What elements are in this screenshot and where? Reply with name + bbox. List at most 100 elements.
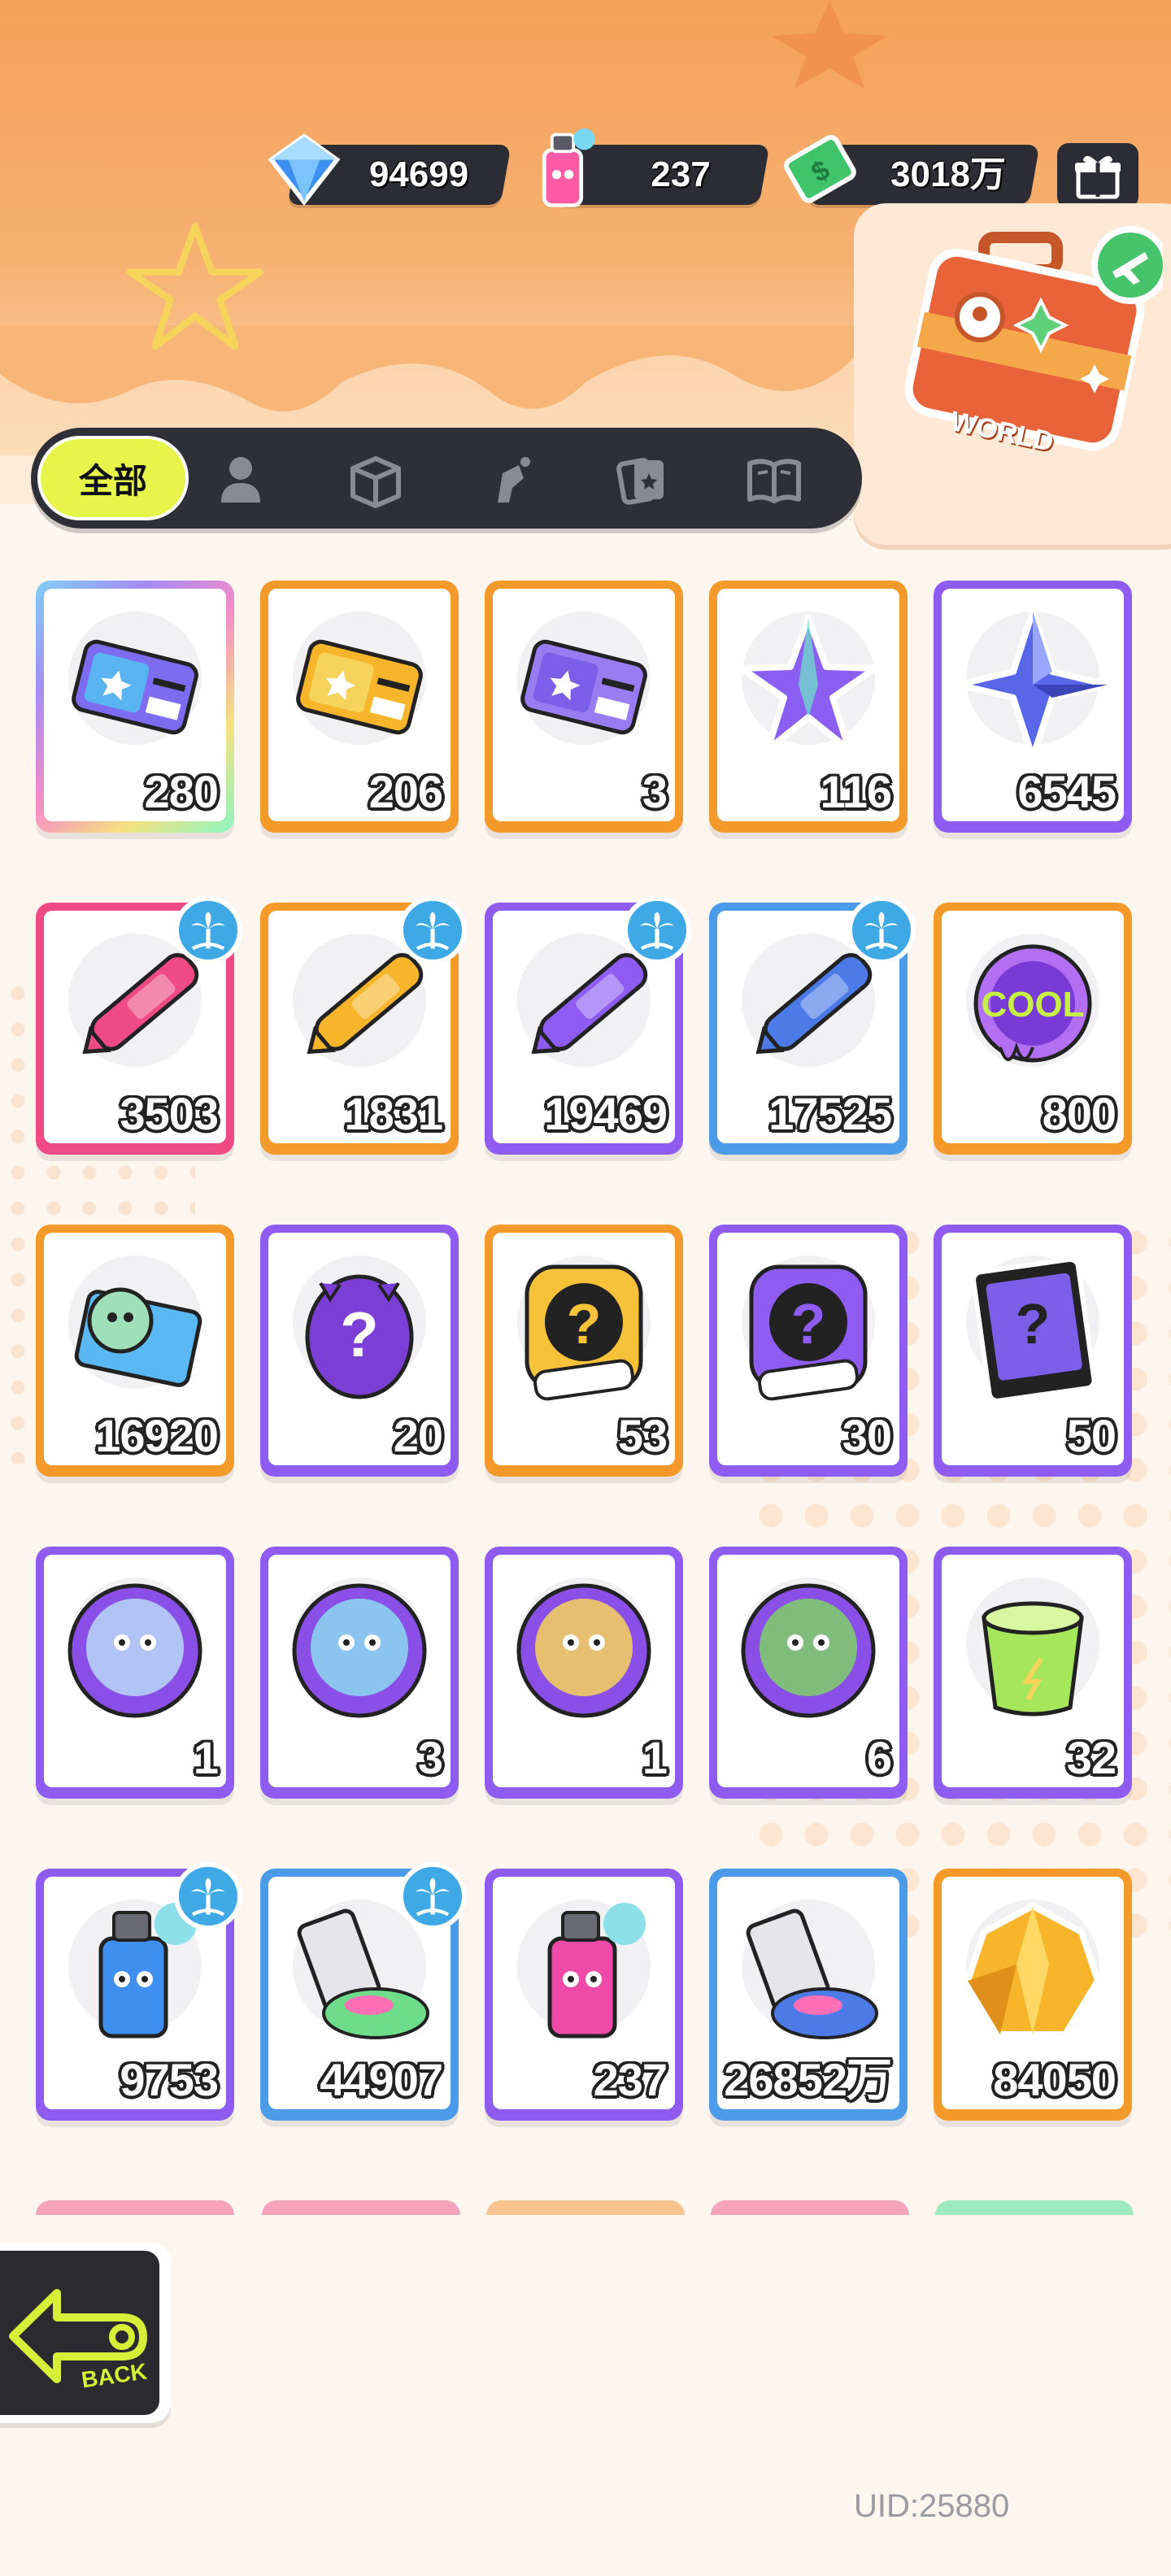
- item-card-face: ? 30: [717, 1233, 899, 1465]
- star-doodle-icon: [126, 223, 264, 350]
- mpets-cat-icon: [67, 1583, 202, 1718]
- item-card-face: 280: [44, 589, 226, 821]
- item-count: 3: [417, 1732, 443, 1783]
- spray-pink-icon: [547, 1903, 646, 2039]
- gift-icon: [1075, 155, 1121, 199]
- item-count: 26852万: [724, 2054, 892, 2105]
- spray-tool-icon[interactable]: [481, 449, 543, 511]
- book-icon[interactable]: [743, 449, 805, 511]
- item-count: 32: [1066, 1732, 1117, 1783]
- item-card[interactable]: 16920: [36, 1225, 234, 1477]
- item-card-face: 116: [717, 589, 899, 821]
- item-count: 800: [1042, 1088, 1117, 1139]
- item-card[interactable]: 1: [36, 1547, 234, 1799]
- item-count: 53: [617, 1410, 668, 1461]
- back-button-face: BACK: [0, 2251, 159, 2415]
- gift-button[interactable]: [1057, 143, 1138, 208]
- item-card-face: 3: [268, 1555, 451, 1787]
- diamond-count: 94699: [368, 154, 469, 194]
- spray-can-icon: [542, 128, 595, 207]
- ticket-violet-icon: [520, 639, 647, 735]
- item-card[interactable]: 1: [485, 1547, 683, 1799]
- item-card[interactable]: 3: [485, 581, 683, 833]
- back-button[interactable]: BACK: [0, 2243, 171, 2423]
- palm-badge-icon: [174, 1862, 242, 1930]
- item-count: 1: [642, 1732, 668, 1783]
- item-card[interactable]: 26852万: [709, 1869, 908, 2121]
- ticket-gold-icon: [296, 639, 423, 735]
- world-travel-button[interactable]: WORLD: [854, 203, 1171, 545]
- svg-text:?: ?: [340, 1299, 379, 1370]
- travel-card-mystery-icon: ?: [971, 1256, 1097, 1403]
- item-card[interactable]: ? 30: [709, 1225, 908, 1477]
- cash-count: 3018万: [890, 154, 1006, 194]
- box-icon[interactable]: [345, 449, 407, 511]
- mpets-fish-icon: [292, 1583, 427, 1718]
- item-card[interactable]: ? 53: [485, 1225, 683, 1477]
- item-count: 6: [866, 1732, 892, 1783]
- item-count: 3: [642, 766, 668, 817]
- paint-tube-rainbow-icon: [746, 1908, 878, 2039]
- palm-badge-icon: [398, 1862, 467, 1930]
- item-count: 1: [193, 1732, 219, 1783]
- item-count: 84050: [993, 2054, 1117, 2105]
- item-card[interactable]: 116: [709, 581, 908, 833]
- item-card[interactable]: ? 50: [934, 1225, 1132, 1477]
- svg-text:?: ?: [791, 1292, 826, 1355]
- item-count: 3503: [120, 1088, 219, 1139]
- item-count: 237: [593, 2054, 668, 2105]
- star-crystal-rainbow-icon: [738, 615, 878, 753]
- item-count: 206: [368, 766, 443, 817]
- item-card[interactable]: 206: [260, 581, 459, 833]
- user-id-label: UID:25880: [854, 2488, 1010, 2524]
- green-drink-icon: [982, 1601, 1084, 1717]
- palm-badge-icon: [847, 896, 916, 964]
- person-icon[interactable]: [210, 449, 272, 511]
- item-card[interactable]: ? 20: [260, 1225, 459, 1477]
- tab-all[interactable]: 全部: [37, 436, 189, 520]
- item-card-face: 1: [44, 1555, 226, 1787]
- item-count: 20: [393, 1410, 443, 1461]
- item-count: 6545: [1017, 766, 1117, 817]
- item-count: 1831: [344, 1088, 443, 1139]
- mystery-egg-icon: ?: [305, 1274, 414, 1399]
- item-count: 19469: [544, 1088, 668, 1139]
- item-count: 116: [820, 766, 892, 817]
- diamond-icon: [268, 133, 341, 207]
- deity-mystery-gold-icon: ?: [525, 1264, 643, 1401]
- star-crystal-blue-icon: [955, 608, 1111, 761]
- palm-badge-icon: [623, 896, 691, 964]
- item-count: 30: [842, 1410, 892, 1461]
- item-card[interactable]: 3: [260, 1547, 459, 1799]
- cool-badge-icon: COOL: [973, 944, 1092, 1063]
- item-card[interactable]: 237: [485, 1869, 683, 2121]
- item-card-face: 237: [493, 1877, 675, 2109]
- svg-text:COOL: COOL: [981, 985, 1084, 1025]
- ticket-purple-icon: [72, 639, 198, 735]
- mpets-jelly-icon: [516, 1583, 651, 1718]
- item-card-face: 32: [942, 1555, 1124, 1787]
- item-card-face: 206: [268, 589, 451, 821]
- item-card[interactable]: 6545: [934, 581, 1132, 833]
- item-card-face: 84050: [942, 1877, 1124, 2109]
- svg-text:?: ?: [1016, 1292, 1051, 1355]
- spray-count: 237: [651, 154, 711, 194]
- star-decoration-icon: [771, 1, 888, 89]
- cards-icon[interactable]: [612, 449, 673, 511]
- svg-text:?: ?: [567, 1292, 602, 1355]
- item-card[interactable]: 84050: [934, 1869, 1132, 2121]
- item-card-face: 6: [717, 1555, 899, 1787]
- item-card[interactable]: 6: [709, 1547, 908, 1799]
- item-count: 9753: [120, 2054, 219, 2105]
- item-card[interactable]: 32: [934, 1547, 1132, 1799]
- item-card-face: 3: [493, 589, 675, 821]
- mpets-sprout-icon: [741, 1583, 876, 1718]
- item-card[interactable]: 280: [36, 581, 234, 833]
- item-count: 17525: [768, 1088, 892, 1139]
- item-count: 280: [144, 766, 219, 817]
- item-card-face: 1: [493, 1555, 675, 1787]
- item-count: 50: [1066, 1410, 1117, 1461]
- item-card[interactable]: COOL 800: [934, 903, 1132, 1155]
- item-count: 44907: [320, 2054, 443, 2105]
- item-card-face: 6545: [942, 589, 1124, 821]
